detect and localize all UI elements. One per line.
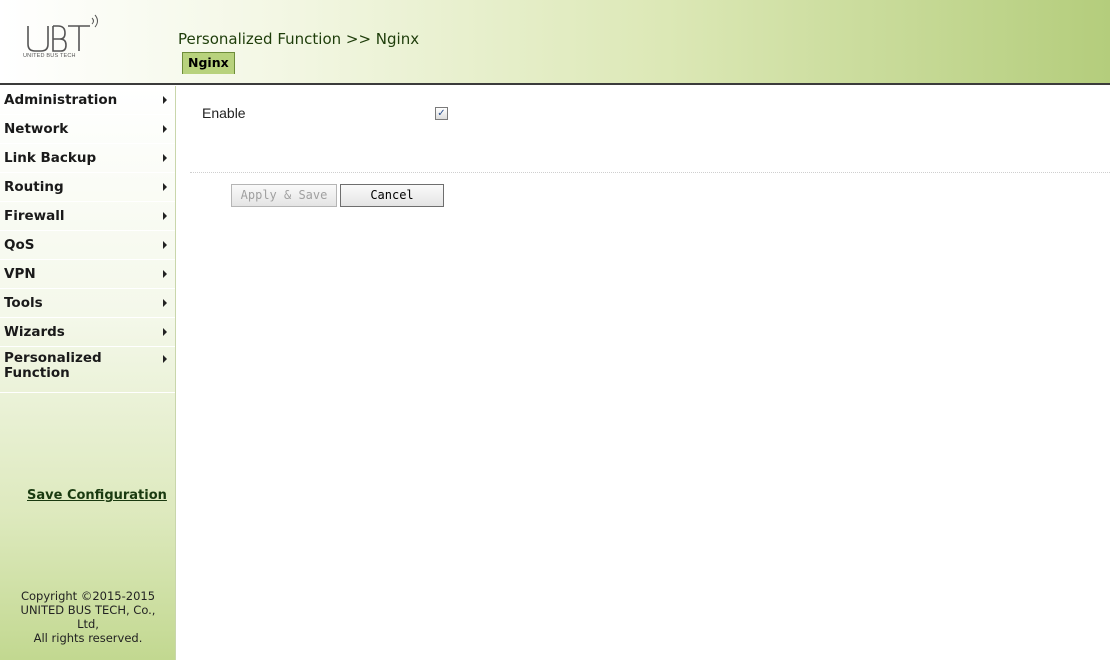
chevron-right-icon: [163, 328, 167, 336]
sidebar-item-wizards[interactable]: Wizards: [0, 318, 175, 347]
enable-checkbox[interactable]: ✓: [435, 107, 448, 120]
sidebar-item-routing[interactable]: Routing: [0, 173, 175, 202]
sidebar: Administration Network Link Backup Routi…: [0, 86, 176, 660]
chevron-right-icon: [163, 96, 167, 104]
sidebar-item-tools[interactable]: Tools: [0, 289, 175, 318]
chevron-right-icon: [163, 355, 167, 363]
breadcrumb: Personalized Function >> Nginx: [178, 30, 420, 48]
sidebar-item-label: Tools: [4, 295, 43, 311]
enable-label: Enable: [202, 105, 246, 121]
ubt-logo: [27, 14, 98, 52]
copyright-line: Copyright ©2015-2015: [20, 589, 156, 603]
chevron-right-icon: [163, 241, 167, 249]
divider: [190, 172, 1110, 173]
sidebar-item-label: Routing: [4, 179, 64, 195]
chevron-right-icon: [163, 125, 167, 133]
sidebar-item-label: QoS: [4, 237, 35, 253]
chevron-right-icon: [163, 212, 167, 220]
copyright-line: Ltd,: [77, 617, 99, 631]
save-configuration-link[interactable]: Save Configuration: [27, 488, 167, 503]
copyright-line: All rights reserved.: [33, 631, 143, 645]
sidebar-item-administration[interactable]: Administration: [0, 86, 175, 115]
sidebar-item-label: Network: [4, 121, 69, 137]
sidebar-item-label: Firewall: [4, 208, 65, 224]
sidebar-item-personalized-function[interactable]: Personalized Function: [0, 347, 175, 393]
tab-nginx[interactable]: Nginx: [182, 52, 235, 74]
sidebar-item-label: VPN: [4, 266, 36, 282]
cancel-button[interactable]: Cancel: [340, 184, 444, 207]
sidebar-item-link-backup[interactable]: Link Backup: [0, 144, 175, 173]
sidebar-item-label: Administration: [4, 92, 118, 108]
sidebar-item-firewall[interactable]: Firewall: [0, 202, 175, 231]
chevron-right-icon: [163, 270, 167, 278]
sidebar-item-label: Wizards: [4, 324, 65, 340]
chevron-right-icon: [163, 183, 167, 191]
copyright-line: UNITED BUS TECH, Co.,: [20, 603, 156, 617]
chevron-right-icon: [163, 154, 167, 162]
logo-subtitle: UNITED BUS TECH: [23, 53, 76, 59]
sidebar-item-network[interactable]: Network: [0, 115, 175, 144]
sidebar-item-vpn[interactable]: VPN: [0, 260, 175, 289]
apply-save-button[interactable]: Apply & Save: [231, 184, 337, 207]
sidebar-item-label: Personalized Function: [4, 350, 102, 381]
sidebar-item-label: Link Backup: [4, 150, 97, 166]
chevron-right-icon: [163, 299, 167, 307]
header-bar: UNITED BUS TECH Personalized Function >>…: [0, 0, 1110, 85]
copyright-notice: Copyright ©2015-2015 UNITED BUS TECH, Co…: [0, 589, 176, 645]
sidebar-item-qos[interactable]: QoS: [0, 231, 175, 260]
